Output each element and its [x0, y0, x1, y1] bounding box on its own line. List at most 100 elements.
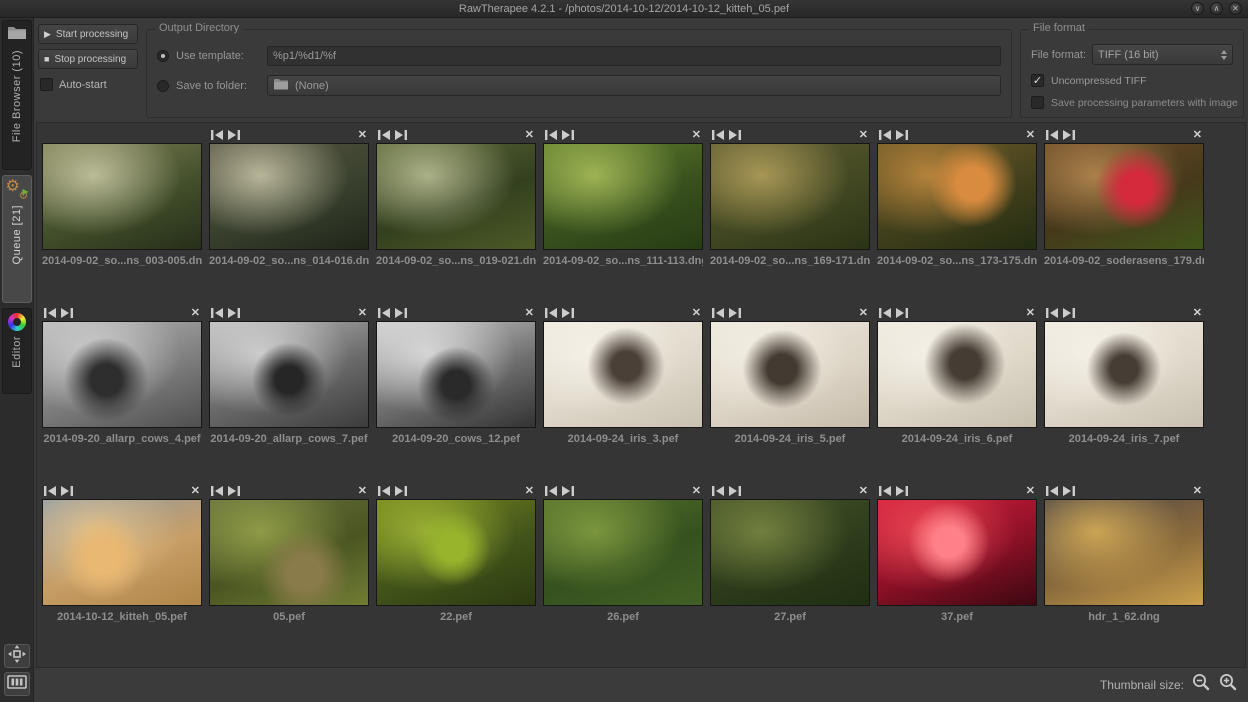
remove-from-queue-button[interactable]: ✕ [358, 308, 367, 319]
move-to-tail-button[interactable] [729, 308, 741, 318]
tab-queue[interactable]: ⚙⚙▶ Queue [21] [2, 175, 32, 303]
move-to-tail-button[interactable] [562, 486, 574, 496]
remove-from-queue-button[interactable]: ✕ [525, 486, 534, 497]
move-to-head-button[interactable] [545, 308, 557, 318]
move-to-head-button[interactable] [211, 130, 223, 140]
move-to-head-button[interactable] [545, 130, 557, 140]
move-to-tail-button[interactable] [228, 486, 240, 496]
move-to-head-button[interactable] [712, 308, 724, 318]
folder-chooser-button[interactable]: (None) [267, 75, 1001, 96]
close-button[interactable]: ✕ [1229, 2, 1242, 15]
save-params-checkbox[interactable]: ✓ [1031, 96, 1044, 109]
thumbnail-image[interactable] [376, 499, 536, 606]
auto-start-checkbox[interactable]: ✓ [40, 78, 53, 91]
thumbnail-image[interactable] [42, 499, 202, 606]
uncompressed-tiff-option[interactable]: ✓ Uncompressed TIFF [1031, 74, 1233, 87]
remove-from-queue-button[interactable]: ✕ [525, 130, 534, 141]
move-to-head-button[interactable] [712, 486, 724, 496]
remove-from-queue-button[interactable]: ✕ [859, 486, 868, 497]
remove-from-queue-button[interactable]: ✕ [859, 130, 868, 141]
remove-from-queue-button[interactable]: ✕ [692, 308, 701, 319]
move-to-head-button[interactable] [211, 308, 223, 318]
remove-from-queue-button[interactable]: ✕ [358, 130, 367, 141]
minimize-button[interactable]: ∨ [1191, 2, 1204, 15]
auto-start-option[interactable]: ✓ Auto-start [38, 78, 138, 91]
move-to-head-button[interactable] [378, 130, 390, 140]
move-to-head-button[interactable] [545, 486, 557, 496]
move-to-tail-button[interactable] [61, 486, 73, 496]
stop-processing-button[interactable]: ■ Stop processing [38, 49, 138, 69]
maximize-button[interactable]: ∧ [1210, 2, 1223, 15]
use-template-radio[interactable] [157, 50, 169, 62]
thumbnail-image[interactable] [1044, 143, 1204, 250]
start-processing-button[interactable]: ▶ Start processing [38, 24, 138, 44]
move-to-tail-button[interactable] [896, 308, 908, 318]
remove-from-queue-button[interactable]: ✕ [692, 130, 701, 141]
remove-from-queue-button[interactable]: ✕ [1026, 130, 1035, 141]
move-to-tail-button[interactable] [562, 130, 574, 140]
move-to-tail-button[interactable] [896, 130, 908, 140]
move-to-tail-button[interactable] [228, 130, 240, 140]
save-params-option[interactable]: ✓ Save processing parameters with image [1031, 96, 1233, 109]
move-to-head-button[interactable] [44, 308, 56, 318]
save-to-folder-radio[interactable] [157, 80, 169, 92]
uncompressed-tiff-checkbox[interactable]: ✓ [1031, 74, 1044, 87]
thumbnail-image[interactable] [376, 143, 536, 250]
move-to-head-button[interactable] [879, 130, 891, 140]
tab-file-browser[interactable]: File Browser (10) [2, 20, 32, 170]
move-to-tail-button[interactable] [228, 308, 240, 318]
pan-layout-button[interactable] [4, 644, 30, 668]
thumbnail-image[interactable] [543, 321, 703, 428]
remove-from-queue-button[interactable]: ✕ [1193, 308, 1202, 319]
thumbnail-image[interactable] [877, 143, 1037, 250]
move-to-head-button[interactable] [44, 486, 56, 496]
filmstrip-button[interactable] [4, 672, 30, 696]
move-to-head-button[interactable] [1046, 308, 1058, 318]
move-to-head-button[interactable] [211, 486, 223, 496]
thumbnail-image[interactable] [1044, 499, 1204, 606]
remove-from-queue-button[interactable]: ✕ [1026, 308, 1035, 319]
thumbnail-image[interactable] [209, 321, 369, 428]
move-to-head-button[interactable] [879, 486, 891, 496]
thumbnail-zoom-in-button[interactable] [1219, 673, 1238, 697]
thumbnail-image[interactable] [42, 321, 202, 428]
tab-editor[interactable]: Editor [2, 308, 32, 394]
thumbnail-zoom-out-button[interactable] [1192, 673, 1211, 697]
move-to-head-button[interactable] [378, 308, 390, 318]
move-to-head-button[interactable] [1046, 130, 1058, 140]
thumbnail-image[interactable] [1044, 321, 1204, 428]
move-to-tail-button[interactable] [395, 308, 407, 318]
template-input[interactable] [267, 46, 1001, 66]
remove-from-queue-button[interactable]: ✕ [191, 486, 200, 497]
thumbnail-image[interactable] [376, 321, 536, 428]
thumbnail-image[interactable] [710, 499, 870, 606]
move-to-head-button[interactable] [1046, 486, 1058, 496]
remove-from-queue-button[interactable]: ✕ [358, 486, 367, 497]
remove-from-queue-button[interactable]: ✕ [191, 308, 200, 319]
remove-from-queue-button[interactable]: ✕ [1026, 486, 1035, 497]
move-to-head-button[interactable] [712, 130, 724, 140]
move-to-tail-button[interactable] [61, 308, 73, 318]
thumbnail-image[interactable] [42, 143, 202, 250]
move-to-tail-button[interactable] [395, 486, 407, 496]
thumbnail-image[interactable] [543, 499, 703, 606]
thumbnail-image[interactable] [209, 499, 369, 606]
move-to-tail-button[interactable] [896, 486, 908, 496]
thumbnail-image[interactable] [710, 321, 870, 428]
remove-from-queue-button[interactable]: ✕ [525, 308, 534, 319]
thumbnail-image[interactable] [543, 143, 703, 250]
remove-from-queue-button[interactable]: ✕ [692, 486, 701, 497]
remove-from-queue-button[interactable]: ✕ [1193, 486, 1202, 497]
remove-from-queue-button[interactable]: ✕ [1193, 130, 1202, 141]
move-to-tail-button[interactable] [729, 130, 741, 140]
thumbnail-image[interactable] [877, 321, 1037, 428]
move-to-tail-button[interactable] [395, 130, 407, 140]
file-format-select[interactable]: TIFF (16 bit) [1092, 44, 1233, 65]
thumbnail-image[interactable] [209, 143, 369, 250]
move-to-tail-button[interactable] [1063, 130, 1075, 140]
move-to-head-button[interactable] [879, 308, 891, 318]
move-to-tail-button[interactable] [562, 308, 574, 318]
thumbnail-image[interactable] [877, 499, 1037, 606]
remove-from-queue-button[interactable]: ✕ [859, 308, 868, 319]
move-to-tail-button[interactable] [1063, 308, 1075, 318]
